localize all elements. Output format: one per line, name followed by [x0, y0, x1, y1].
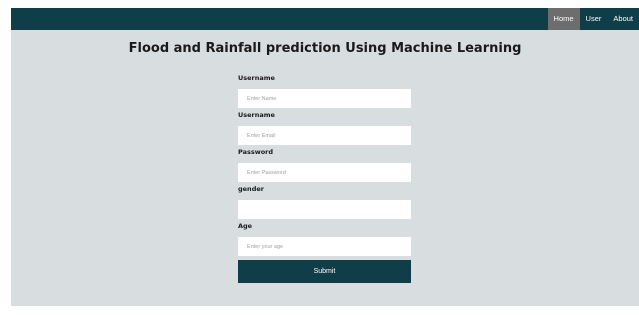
- password-field-label: Password: [238, 148, 274, 156]
- submit-button[interactable]: Submit: [238, 260, 411, 283]
- email-input[interactable]: [238, 126, 411, 145]
- nav-home-link[interactable]: Home: [547, 8, 580, 30]
- top-navbar: Home User About: [11, 8, 639, 30]
- page-title: Flood and Rainfall prediction Using Mach…: [128, 41, 522, 56]
- age-field-label: Age: [238, 222, 253, 230]
- nav-about-link[interactable]: About: [607, 8, 639, 30]
- nav-links: Home User About: [547, 8, 639, 30]
- email-field-label: Username: [238, 111, 275, 119]
- registration-form: Username Username Password gender Age Su…: [238, 74, 411, 283]
- gender-input[interactable]: [238, 200, 411, 219]
- age-input[interactable]: [238, 237, 411, 256]
- name-field-label: Username: [238, 74, 275, 82]
- name-input[interactable]: [238, 89, 411, 108]
- page-container: Home User About Flood and Rainfall predi…: [11, 8, 639, 306]
- password-input[interactable]: [238, 163, 411, 182]
- gender-field-label: gender: [238, 185, 264, 193]
- nav-user-link[interactable]: User: [580, 8, 608, 30]
